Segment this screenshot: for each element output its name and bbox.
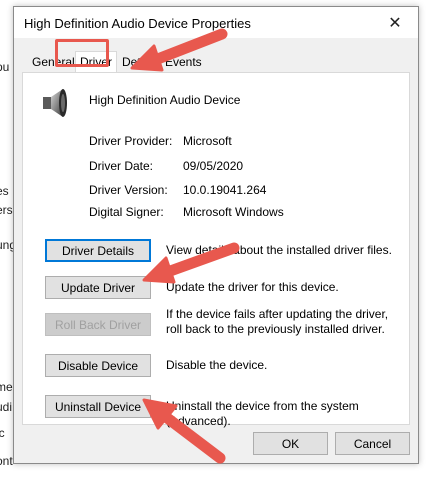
close-button[interactable]: ✕ xyxy=(372,7,418,38)
update-driver-description: Update the driver for this device. xyxy=(166,280,339,294)
speaker-icon xyxy=(43,89,67,117)
dialog-title: High Definition Audio Device Properties xyxy=(24,16,251,31)
uninstall-device-description: Uninstall the device from the system (Ad… xyxy=(166,399,359,428)
tab-details[interactable]: Details xyxy=(118,54,163,73)
background-text: ers xyxy=(0,203,13,217)
device-name: High Definition Audio Device xyxy=(89,93,241,107)
close-icon: ✕ xyxy=(388,14,402,32)
properties-dialog: High Definition Audio Device Properties … xyxy=(13,6,419,464)
background-text: pu xyxy=(0,60,10,74)
uninstall-device-button[interactable]: Uninstall Device xyxy=(45,395,151,418)
roll-back-driver-description: If the device fails after updating the d… xyxy=(166,307,389,336)
ok-button[interactable]: OK xyxy=(253,432,328,455)
background-text: es xyxy=(0,184,9,198)
driver-details-button[interactable]: Driver Details xyxy=(45,239,151,262)
driver-details-description: View details about the installed driver … xyxy=(166,243,392,257)
tab-events[interactable]: Events xyxy=(161,54,206,73)
driver-date-value: 09/05/2020 xyxy=(183,159,244,173)
digital-signer-label: Digital Signer: xyxy=(89,205,164,219)
driver-version-label: Driver Version: xyxy=(89,183,168,197)
background-text: me xyxy=(0,380,13,394)
driver-date-label: Driver Date: xyxy=(89,159,154,173)
title-bar[interactable]: High Definition Audio Device Properties … xyxy=(14,7,418,38)
background-text: ung xyxy=(0,238,14,252)
driver-provider-label: Driver Provider: xyxy=(89,134,173,148)
disable-device-description: Disable the device. xyxy=(166,358,268,372)
driver-version-value: 10.0.19041.264 xyxy=(183,183,267,197)
disable-device-button[interactable]: Disable Device xyxy=(45,354,151,377)
driver-provider-value: Microsoft xyxy=(183,134,232,148)
update-driver-button[interactable]: Update Driver xyxy=(45,276,151,299)
digital-signer-value: Microsoft Windows xyxy=(183,205,284,219)
background-text: ic xyxy=(0,426,5,440)
driver-panel: High Definition Audio Device Driver Prov… xyxy=(22,72,410,428)
cancel-button[interactable]: Cancel xyxy=(335,432,410,455)
background-text: udi xyxy=(0,400,13,414)
driver-tab-highlight xyxy=(55,39,109,67)
background-text: ont xyxy=(0,454,13,468)
roll-back-driver-button: Roll Back Driver xyxy=(45,313,151,336)
